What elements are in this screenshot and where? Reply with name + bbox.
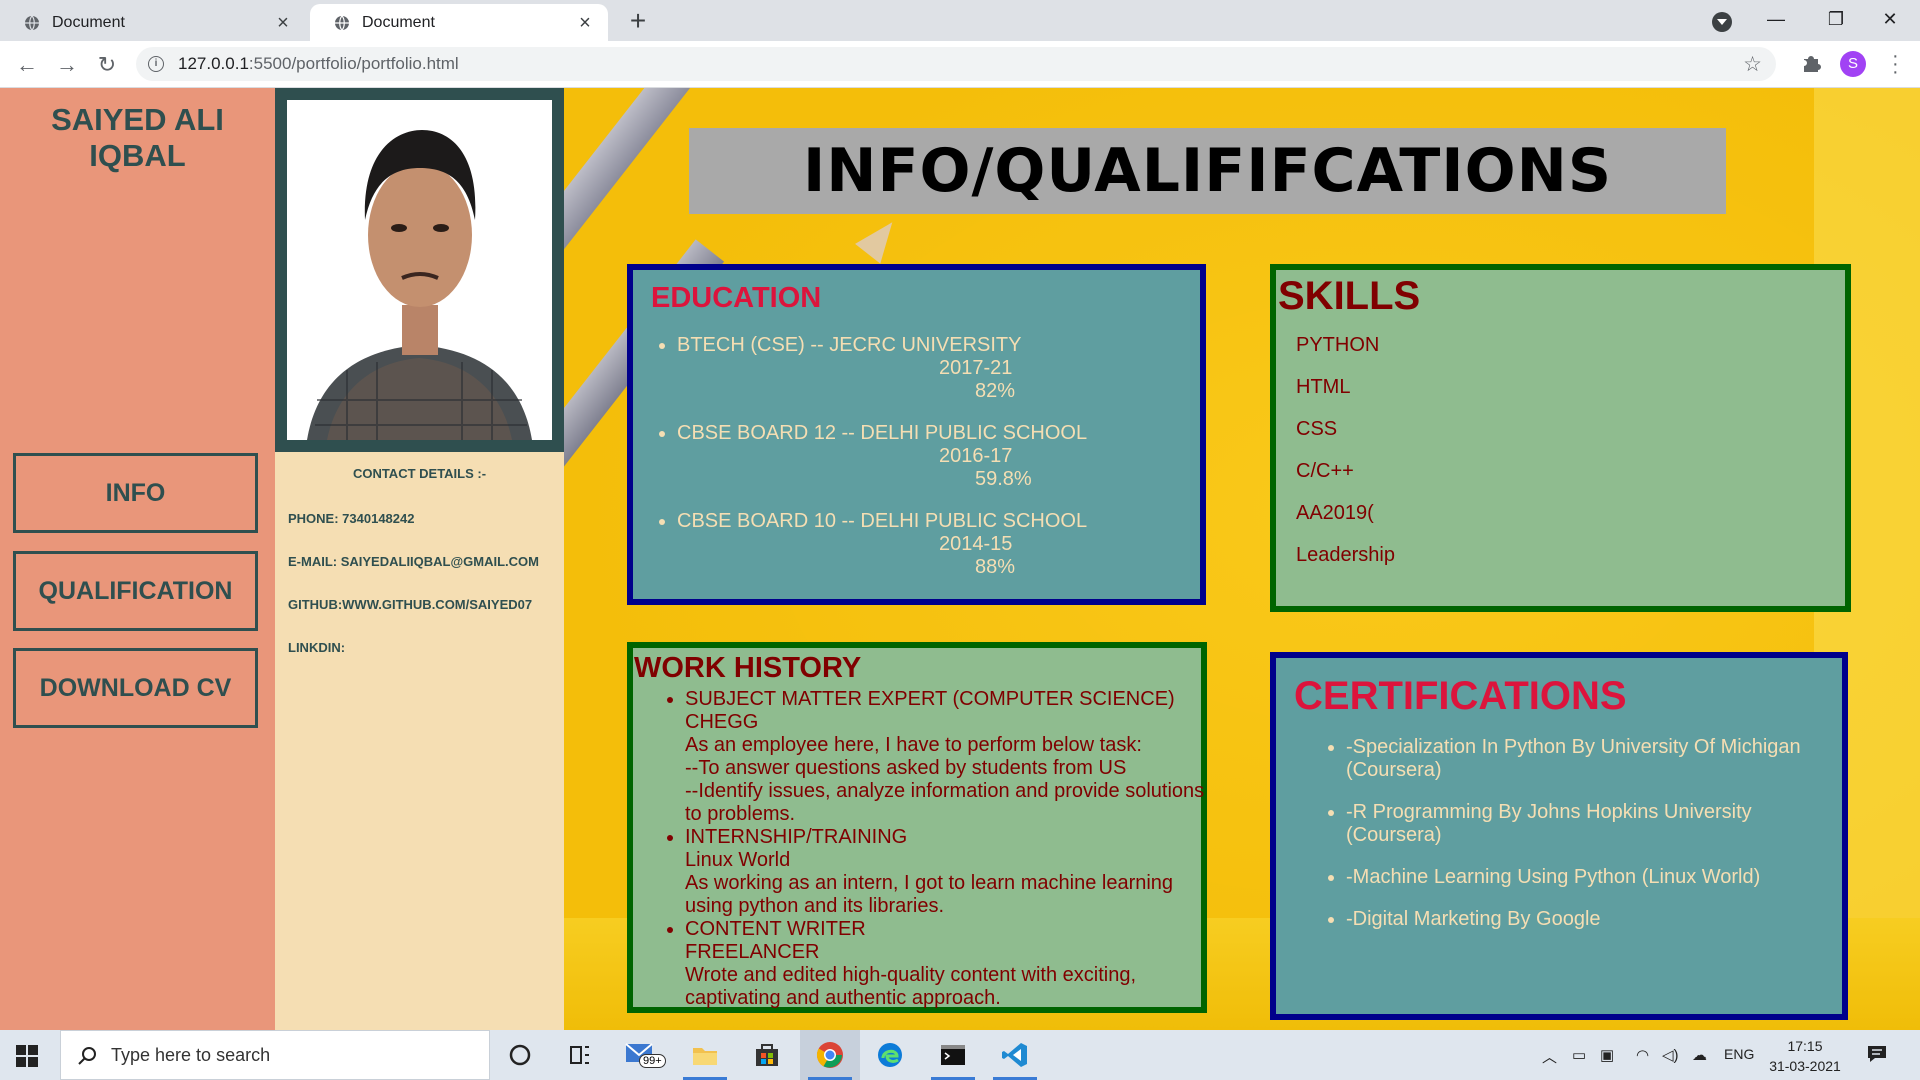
volume-icon[interactable]: ◁) — [1662, 1046, 1679, 1064]
reload-icon[interactable]: ↻ — [94, 52, 120, 78]
skill-item: Leadership — [1296, 544, 1395, 566]
url-text: 127.0.0.1:5500/portfolio/portfolio.html — [178, 54, 459, 73]
profile-avatar[interactable]: S — [1840, 51, 1866, 77]
browser-menu-icon[interactable]: · · · — [1892, 46, 1899, 82]
tab-search-icon[interactable] — [1712, 12, 1732, 32]
store-icon[interactable] — [752, 1040, 782, 1070]
show-hidden-icons[interactable]: ︿ — [1542, 1046, 1557, 1067]
tab-document-2[interactable]: Document × — [310, 4, 608, 41]
photo-frame — [275, 88, 564, 452]
education-heading: EDUCATION — [651, 282, 822, 314]
certification-item: -Machine Learning Using Python (Linux Wo… — [1346, 866, 1846, 889]
onedrive-icon[interactable]: ☁ — [1692, 1046, 1707, 1064]
navigation-bar: ← → ↻ i 127.0.0.1:5500/portfolio/portfol… — [0, 41, 1920, 88]
cortana-icon[interactable] — [505, 1040, 535, 1070]
battery-icon[interactable]: ▭ — [1572, 1046, 1586, 1064]
education-box: EDUCATION BTECH (CSE) -- JECRC UNIVERSIT… — [627, 264, 1206, 605]
close-tab-icon[interactable]: × — [274, 13, 292, 33]
skill-item: HTML — [1296, 376, 1351, 398]
education-item: CBSE BOARD 10 -- DELHI PUBLIC SCHOOL 201… — [677, 510, 1157, 579]
certification-item: -Digital Marketing By Google — [1346, 908, 1846, 931]
language-indicator[interactable]: ENG — [1724, 1046, 1754, 1062]
minimize-button[interactable]: — — [1746, 0, 1806, 38]
taskbar-search-input[interactable]: Type here to search — [60, 1030, 490, 1080]
wifi-icon[interactable]: ◠ — [1636, 1046, 1649, 1064]
back-icon[interactable]: ← — [14, 52, 40, 78]
certification-item: -Specialization In Python By University … — [1346, 736, 1846, 782]
notifications-icon[interactable] — [1866, 1044, 1888, 1064]
work-history-heading: WORK HISTORY — [634, 652, 862, 684]
edge-icon[interactable] — [875, 1040, 905, 1070]
education-item: CBSE BOARD 12 -- DELHI PUBLIC SCHOOL 201… — [677, 422, 1157, 491]
certification-item: -R Programming By Johns Hopkins Universi… — [1346, 801, 1846, 847]
close-tab-icon[interactable]: × — [576, 13, 594, 33]
forward-icon[interactable]: → — [54, 52, 80, 78]
work-history-box: WORK HISTORY SUBJECT MATTER EXPERT (COMP… — [627, 642, 1207, 1013]
person-name: SAIYED ALI IQBAL — [51, 102, 224, 173]
puzzle-icon[interactable] — [1800, 52, 1822, 74]
contact-github: GITHUB:WWW.GITHUB.COM/SAIYED07 — [288, 597, 533, 612]
globe-icon — [25, 15, 39, 30]
chrome-icon — [816, 1042, 843, 1068]
download-cv-button[interactable]: DOWNLOAD CV — [13, 648, 258, 728]
certifications-heading: CERTIFICATIONS — [1294, 674, 1627, 718]
mail-icon[interactable]: 99+ — [625, 1040, 666, 1070]
bookmark-star-icon[interactable]: ☆ — [1743, 52, 1762, 77]
skills-box: SKILLS PYTHON HTML CSS C/C++ AA2019( Lea… — [1270, 264, 1851, 612]
mail-badge: 99+ — [639, 1054, 666, 1068]
file-explorer-icon[interactable] — [690, 1040, 720, 1070]
search-placeholder: Type here to search — [111, 1045, 271, 1065]
globe-icon — [335, 15, 349, 30]
close-window-button[interactable]: ✕ — [1860, 0, 1920, 38]
work-item: INTERNSHIP/TRAINING Linux World As worki… — [685, 826, 1205, 918]
system-clock[interactable]: 17:15 31-03-2021 — [1760, 1036, 1850, 1076]
vscode-icon[interactable] — [1000, 1040, 1030, 1070]
tab-document-1[interactable]: Document × — [0, 4, 306, 41]
info-button[interactable]: INFO — [13, 453, 258, 533]
taskbar: Type here to search 99+ ︿ ▭ ▣ ◠ ◁) ☁ ENG… — [0, 1030, 1920, 1080]
work-item: SUBJECT MATTER EXPERT (COMPUTER SCIENCE)… — [685, 688, 1205, 826]
page-title: INFO/QUALIFIFCATIONS — [802, 136, 1613, 206]
skill-item: PYTHON — [1296, 334, 1380, 356]
address-bar[interactable]: i 127.0.0.1:5500/portfolio/portfolio.htm… — [136, 47, 1776, 81]
contact-linkedin: LINKDIN: — [288, 640, 346, 655]
education-item: BTECH (CSE) -- JECRC UNIVERSITY 2017-21 … — [677, 334, 1157, 403]
profile-photo — [287, 100, 552, 440]
tab-strip: Document × Document × + — ❐ ✕ — [0, 0, 1920, 41]
chrome-taskbar-item[interactable] — [800, 1030, 860, 1080]
search-icon — [78, 1047, 96, 1065]
skills-heading: SKILLS — [1278, 274, 1421, 318]
page-title-banner: INFO/QUALIFIFCATIONS — [689, 128, 1726, 214]
new-tab-button[interactable]: + — [624, 7, 652, 36]
task-view-icon[interactable] — [565, 1040, 595, 1070]
maximize-button[interactable]: ❐ — [1806, 0, 1866, 38]
certifications-box: CERTIFICATIONS -Specialization In Python… — [1270, 652, 1848, 1020]
tab-title: Document — [52, 13, 125, 31]
contact-phone: PHONE: 7340148242 — [288, 511, 415, 526]
work-item: CONTENT WRITER FREELANCER Wrote and edit… — [685, 918, 1205, 1010]
contact-heading: CONTACT DETAILS :- — [352, 466, 487, 481]
skill-item: CSS — [1296, 418, 1338, 440]
windows-start-icon[interactable] — [16, 1045, 38, 1067]
device-icon[interactable]: ▣ — [1600, 1046, 1614, 1064]
tab-title: Document — [362, 13, 435, 31]
skill-item: AA2019( — [1296, 502, 1374, 524]
qualification-button[interactable]: QUALIFICATION — [13, 551, 258, 631]
site-info-icon[interactable]: i — [148, 56, 164, 72]
skill-item: C/C++ — [1296, 460, 1354, 482]
contact-email: E-MAIL: SAIYEDALIIQBAL@GMAIL.COM — [288, 554, 539, 569]
terminal-icon[interactable] — [938, 1040, 968, 1070]
